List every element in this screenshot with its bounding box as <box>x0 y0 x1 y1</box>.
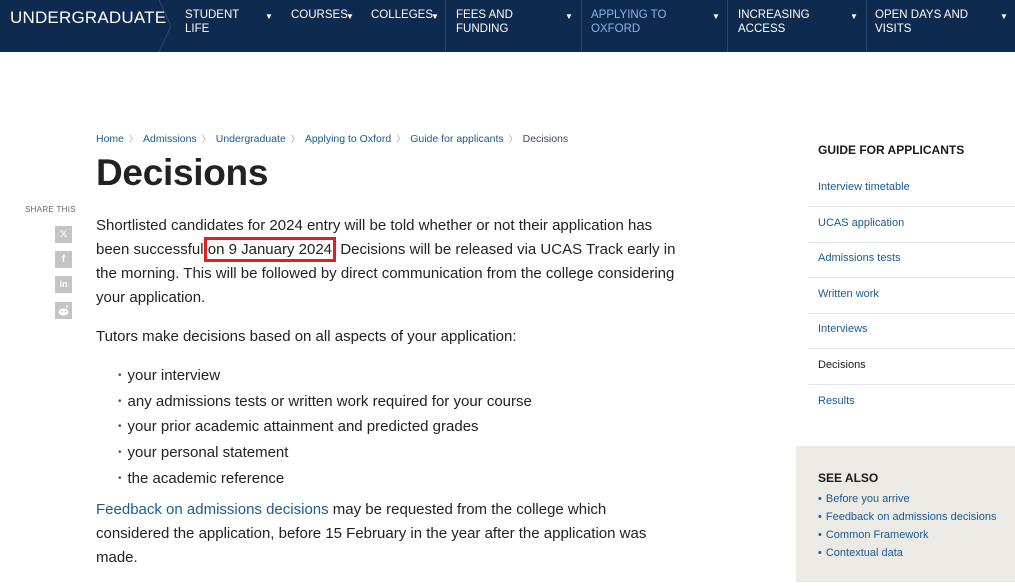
caret-down-icon: ▼ <box>431 12 439 21</box>
nav-applying-to-oxford[interactable]: APPLYING TO OXFORD ▼ <box>591 8 721 44</box>
brand-undergraduate[interactable]: UNDERGRADUATE <box>10 8 166 28</box>
nav-label: FEES AND <box>456 9 513 21</box>
chevron-divider-icon <box>158 0 172 52</box>
paragraph-feedback: Feedback on admissions decisions may be … <box>96 498 681 570</box>
sidebar-item-label: Interview timetable <box>818 181 910 193</box>
paragraph-tutors: Tutors make decisions based on all aspec… <box>96 328 517 345</box>
list-item: your personal statement <box>118 441 532 467</box>
breadcrumb-separator-icon: 〉 <box>201 134 211 144</box>
highlighted-decision-date: on 9 January 2024 <box>203 237 337 262</box>
sidebar-item-label: Admissions tests <box>818 252 901 264</box>
see-also-link[interactable]: Before you arrive <box>826 493 910 505</box>
see-also-link[interactable]: Common Framework <box>826 529 929 541</box>
paragraph-decision-date: Shortlisted candidates for 2024 entry wi… <box>96 214 681 310</box>
list-item: your interview <box>118 364 532 390</box>
nav-student-life[interactable]: STUDENT LIFE ▼ <box>185 8 280 44</box>
sidebar-item-label: Results <box>818 395 855 407</box>
see-also-box: SEE ALSO Before you arrive Feedback on a… <box>796 446 1015 582</box>
caret-down-icon: ▼ <box>850 12 858 21</box>
sidebar-item-decisions[interactable]: Decisions <box>808 349 1015 385</box>
nav-label: COURSES <box>291 9 348 21</box>
nav-label: FUNDING <box>456 23 509 35</box>
see-also-item[interactable]: Common Framework <box>818 526 996 544</box>
nav-divider <box>866 0 867 52</box>
sidebar-item-label: Interviews <box>818 323 868 335</box>
sidebar-item-interview-timetable[interactable]: Interview timetable <box>808 171 1015 207</box>
x-icon[interactable]: 𝕏 <box>55 226 72 243</box>
nav-label: APPLYING TO <box>591 9 667 21</box>
sidebar-item-ucas-application[interactable]: UCAS application <box>808 207 1015 243</box>
caret-down-icon: ▼ <box>712 12 720 21</box>
linkedin-icon[interactable]: in <box>55 276 72 293</box>
page-title: Decisions <box>96 152 269 193</box>
nav-fees-funding[interactable]: FEES AND FUNDING ▼ <box>456 8 576 44</box>
sidebar-title: GUIDE FOR APPLICANTS <box>818 143 965 157</box>
breadcrumb-current: Decisions <box>522 133 569 145</box>
nav-divider <box>445 0 446 52</box>
caret-down-icon: ▼ <box>565 12 573 21</box>
caret-down-icon: ▼ <box>346 12 354 21</box>
share-label: SHARE THIS <box>25 205 76 214</box>
sidebar-item-label: Decisions <box>818 359 866 371</box>
nav-open-days-visits[interactable]: OPEN DAYS AND VISITS ▼ <box>875 8 1010 44</box>
feedback-link[interactable]: Feedback on admissions decisions <box>96 501 329 518</box>
breadcrumb-admissions[interactable]: Admissions <box>143 133 197 145</box>
see-also-item[interactable]: Before you arrive <box>818 490 996 508</box>
breadcrumb-guide-for-applicants[interactable]: Guide for applicants <box>410 133 503 145</box>
nav-label: OXFORD <box>591 23 641 35</box>
nav-colleges[interactable]: COLLEGES ▼ <box>371 8 446 44</box>
caret-down-icon: ▼ <box>265 12 273 21</box>
breadcrumb-separator-icon: 〉 <box>290 134 300 144</box>
sidebar-item-label: UCAS application <box>818 217 905 229</box>
list-item: the academic reference <box>118 467 532 493</box>
list-item: your prior academic attainment and predi… <box>118 415 532 441</box>
breadcrumb-separator-icon: 〉 <box>129 134 139 144</box>
nav-courses[interactable]: COURSES ▼ <box>291 8 366 44</box>
nav-label: OPEN DAYS AND <box>875 9 969 21</box>
criteria-list: your interview any admissions tests or w… <box>118 364 532 493</box>
nav-label: LIFE <box>185 23 210 35</box>
see-also-link[interactable]: Feedback on admissions decisions <box>826 511 997 523</box>
nav-label: VISITS <box>875 23 912 35</box>
breadcrumb-applying-to-oxford[interactable]: Applying to Oxford <box>305 133 391 145</box>
sidebar-item-results[interactable]: Results <box>808 385 1015 421</box>
facebook-icon[interactable]: f <box>55 251 72 268</box>
caret-down-icon: ▼ <box>1000 12 1008 21</box>
reddit-glyph-icon <box>58 305 69 316</box>
sidebar-item-written-work[interactable]: Written work <box>808 278 1015 314</box>
breadcrumb-home[interactable]: Home <box>96 133 124 145</box>
breadcrumb-undergraduate[interactable]: Undergraduate <box>216 133 286 145</box>
nav-increasing-access[interactable]: INCREASING ACCESS ▼ <box>738 8 863 44</box>
breadcrumb-separator-icon: 〉 <box>508 134 518 144</box>
see-also-list: Before you arrive Feedback on admissions… <box>818 490 997 562</box>
sidebar-item-label: Written work <box>818 288 879 300</box>
see-also-link[interactable]: Contextual data <box>826 547 903 559</box>
top-navigation: UNDERGRADUATE STUDENT LIFE ▼ COURSES ▼ C… <box>0 0 1015 52</box>
see-also-title: SEE ALSO <box>818 471 879 485</box>
reddit-icon[interactable] <box>55 302 72 319</box>
see-also-item[interactable]: Feedback on admissions decisions <box>818 508 997 526</box>
list-item: any admissions tests or written work req… <box>118 390 532 416</box>
breadcrumb-separator-icon: 〉 <box>396 134 406 144</box>
nav-divider <box>581 0 582 52</box>
nav-label: ACCESS <box>738 23 786 35</box>
see-also-item[interactable]: Contextual data <box>818 544 996 562</box>
breadcrumb: Home 〉 Admissions 〉 Undergraduate 〉 Applying t… <box>96 132 568 145</box>
nav-label: INCREASING <box>738 9 810 21</box>
nav-divider <box>727 0 728 52</box>
sidebar-item-admissions-tests[interactable]: Admissions tests <box>808 242 1015 278</box>
sidebar-item-interviews[interactable]: Interviews <box>808 313 1015 349</box>
